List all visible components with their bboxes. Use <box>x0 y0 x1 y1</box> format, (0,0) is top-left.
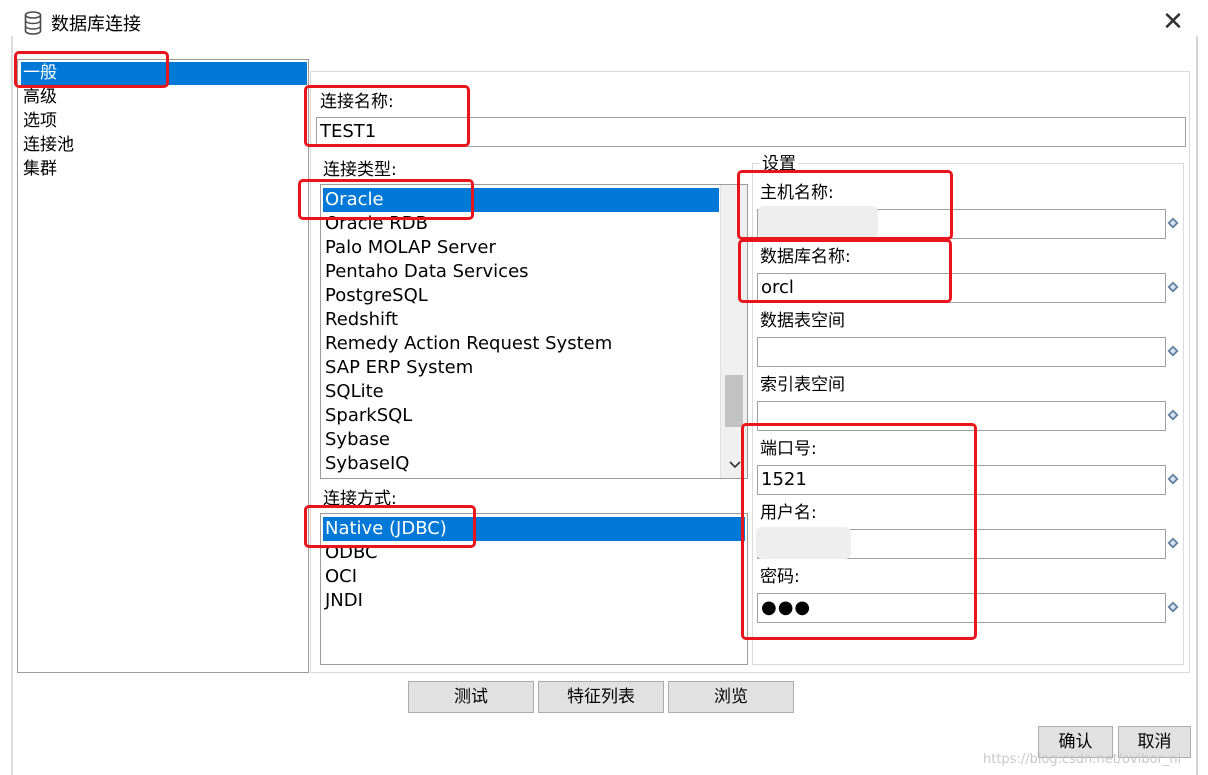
password-label: 密码: <box>760 567 800 587</box>
list-item[interactable]: PostgreSQL <box>323 284 428 308</box>
connection-type-scrollbar[interactable] <box>720 185 747 478</box>
list-item[interactable]: SybaseIQ <box>323 452 409 476</box>
title-bar: 数据库连接 ✕ <box>0 0 1208 46</box>
nav-item-advanced[interactable]: 高级 <box>21 86 307 109</box>
nav-item-options[interactable]: 选项 <box>21 110 307 133</box>
variable-diamond-icon[interactable] <box>1167 409 1179 421</box>
variable-diamond-icon[interactable] <box>1167 217 1179 229</box>
database-name-label: 数据库名称: <box>760 247 851 267</box>
port-label: 端口号: <box>760 439 817 459</box>
watermark: https://blog.csdn.net/ovibor_ni <box>983 752 1182 767</box>
index-tablespace-input[interactable] <box>757 401 1166 431</box>
connection-name-label: 连接名称: <box>320 92 394 112</box>
feature-list-button[interactable]: 特征列表 <box>538 681 664 713</box>
nav-item-general[interactable]: 一般 <box>21 62 307 85</box>
settings-group-label: 设置 <box>760 154 798 174</box>
list-item[interactable]: SQLite <box>323 380 384 404</box>
database-icon <box>24 11 42 35</box>
redacted-host-blur <box>758 206 878 238</box>
database-connection-dialog: 数据库连接 ✕ 一般 高级 选项 连接池 集群 连接名称: TEST1 连接类型… <box>0 0 1208 775</box>
port-input[interactable]: 1521 <box>757 465 1166 495</box>
explore-button[interactable]: 浏览 <box>668 681 794 713</box>
list-item[interactable]: Pentaho Data Services <box>323 260 529 284</box>
connection-name-input[interactable]: TEST1 <box>316 117 1186 147</box>
redacted-user-blur <box>756 527 851 559</box>
list-item[interactable]: Oracle RDB <box>323 212 428 236</box>
variable-diamond-icon[interactable] <box>1167 537 1179 549</box>
list-item[interactable]: Redshift <box>323 308 398 332</box>
list-item[interactable]: SAP ERP System <box>323 356 473 380</box>
access-method-list[interactable]: Native (JDBC) ODBC OCI JNDI <box>320 513 748 665</box>
window-title: 数据库连接 <box>51 14 141 35</box>
window-border-right <box>1196 36 1198 775</box>
nav-item-cluster[interactable]: 集群 <box>21 158 307 181</box>
test-button[interactable]: 测试 <box>408 681 534 713</box>
host-name-label: 主机名称: <box>760 183 834 203</box>
data-tablespace-label: 数据表空间 <box>760 311 845 331</box>
list-item[interactable]: Sybase <box>323 428 390 452</box>
nav-item-pooling[interactable]: 连接池 <box>21 134 307 157</box>
list-item[interactable]: Palo MOLAP Server <box>323 236 496 260</box>
data-tablespace-input[interactable] <box>757 337 1166 367</box>
list-item[interactable]: Remedy Action Request System <box>323 332 612 356</box>
close-icon: ✕ <box>1162 7 1184 37</box>
list-item[interactable]: OCI <box>323 565 357 589</box>
variable-diamond-icon[interactable] <box>1167 345 1179 357</box>
scroll-thumb[interactable] <box>725 375 743 427</box>
list-item[interactable]: JNDI <box>323 589 363 613</box>
list-item[interactable]: Oracle <box>323 188 719 212</box>
list-item[interactable]: Native (JDBC) <box>323 517 745 541</box>
variable-diamond-icon[interactable] <box>1167 473 1179 485</box>
connection-type-label: 连接类型: <box>323 160 397 180</box>
window-border-left <box>11 36 13 775</box>
username-label: 用户名: <box>760 503 817 523</box>
chevron-down-icon <box>728 461 741 469</box>
list-item[interactable]: ODBC <box>323 541 378 565</box>
variable-diamond-icon[interactable] <box>1167 281 1179 293</box>
connection-type-list[interactable]: Oracle Oracle RDB Palo MOLAP Server Pent… <box>320 184 748 479</box>
category-nav-list[interactable]: 一般 高级 选项 连接池 集群 <box>17 59 309 673</box>
variable-diamond-icon[interactable] <box>1167 601 1179 613</box>
close-button[interactable]: ✕ <box>1160 8 1186 36</box>
password-input[interactable]: ●●● <box>757 593 1166 623</box>
scroll-up-button[interactable] <box>721 185 748 199</box>
list-item[interactable]: SparkSQL <box>323 404 412 428</box>
access-method-label: 连接方式: <box>323 489 397 509</box>
index-tablespace-label: 索引表空间 <box>760 375 845 395</box>
scroll-down-button[interactable] <box>721 458 748 474</box>
database-name-input[interactable]: orcl <box>757 273 1166 303</box>
